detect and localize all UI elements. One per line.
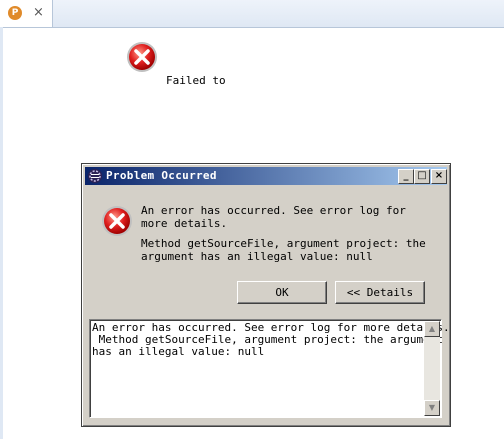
editor-tab-strip: P × xyxy=(0,0,504,28)
dialog-title: Problem Occurred xyxy=(106,169,217,182)
dialog-title-bar[interactable]: Problem Occurred _ □ × xyxy=(85,167,447,185)
minimize-button[interactable]: _ xyxy=(398,169,414,184)
scroll-up-icon[interactable]: ▲ xyxy=(424,321,440,337)
maximize-button[interactable]: □ xyxy=(414,169,430,184)
ok-button[interactable]: OK xyxy=(237,281,327,304)
vertical-scrollbar[interactable]: ▲ ▼ xyxy=(424,321,440,416)
eclipse-icon xyxy=(88,169,102,183)
editor-tab[interactable]: P × xyxy=(0,0,53,27)
error-message: An error has occurred. See error log for… xyxy=(141,204,406,230)
tab-close-icon[interactable]: × xyxy=(33,5,44,20)
problem-dialog: Problem Occurred _ □ × An error has occu… xyxy=(81,163,451,427)
error-detail-message: Method getSourceFile, argument project: … xyxy=(141,237,426,263)
details-text: An error has occurred. See error log for… xyxy=(92,321,450,358)
error-icon xyxy=(102,206,132,236)
scroll-down-icon[interactable]: ▼ xyxy=(424,400,440,416)
plugin-icon: P xyxy=(8,6,22,20)
editor-error-message: Failed to xyxy=(166,74,226,87)
details-button[interactable]: << Details xyxy=(335,281,425,304)
error-icon xyxy=(127,42,157,72)
close-button[interactable]: × xyxy=(431,169,447,184)
details-text-area[interactable]: An error has occurred. See error log for… xyxy=(89,319,450,418)
editor-left-border xyxy=(0,27,3,439)
